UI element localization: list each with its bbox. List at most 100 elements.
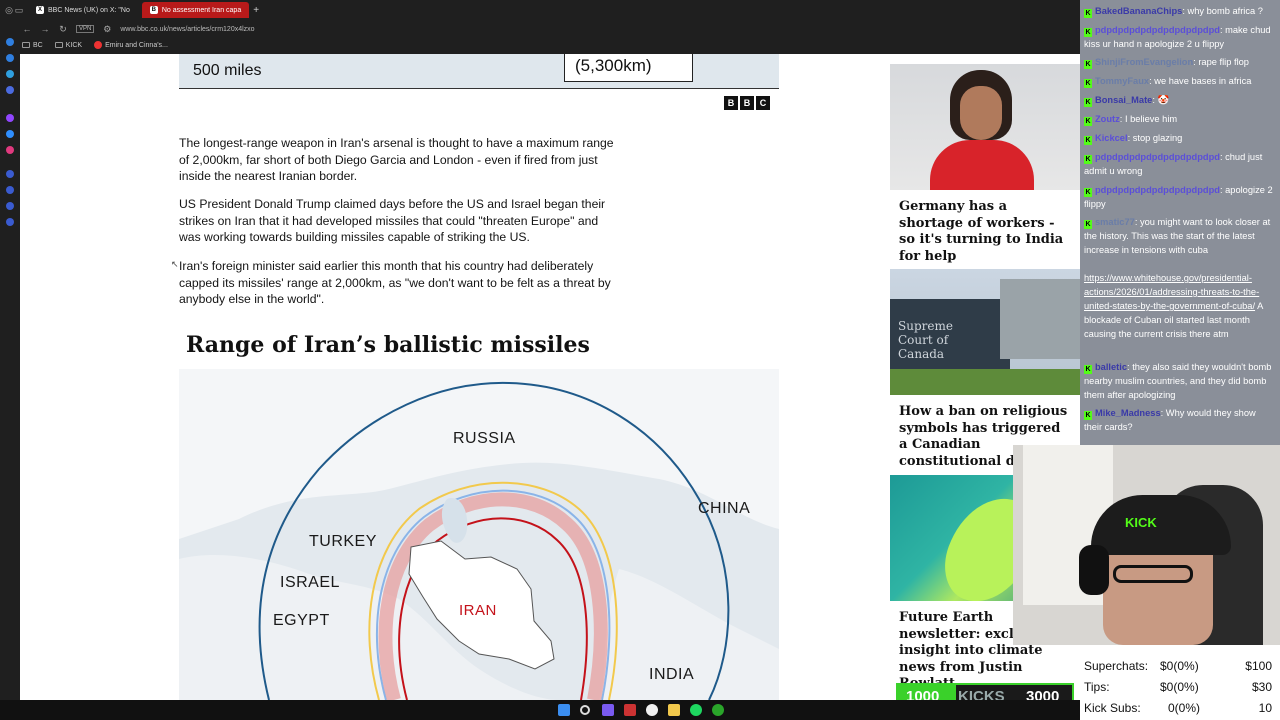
map-label-china: CHINA xyxy=(698,500,751,517)
chat-message: Kballetic: they also said they wouldn't … xyxy=(1084,362,1272,400)
chat-message: K Mike_Madness: Why would they show their… xyxy=(1084,408,1256,432)
chat-text: 🤡 xyxy=(1157,95,1170,105)
chat-message: https://www.whitehouse.gov/presidential-… xyxy=(1084,271,1276,341)
start-icon[interactable] xyxy=(558,704,570,716)
stat-kick-subs: Kick Subs: 0(0%) 10 xyxy=(1084,701,1276,720)
streamer-cap xyxy=(1091,495,1231,555)
rail-icon[interactable] xyxy=(6,38,14,46)
bookmark-emiru[interactable]: Emiru and Cinna's... xyxy=(94,41,168,49)
mouse-cursor-icon: ↖ xyxy=(171,259,179,269)
chat-username[interactable]: pdpdpdpdpdpdpdpdpdpdpd xyxy=(1095,25,1220,35)
stat-label: Tips: xyxy=(1084,680,1110,694)
chat-username[interactable]: pdpdpdpdpdpdpdpdpdpdpd xyxy=(1095,185,1220,195)
chat-message: K BakedBananaChips: why bomb africa ? xyxy=(1084,6,1263,18)
article-page: 500 miles (5,300km) B B C The longest-ra… xyxy=(20,54,1080,700)
folder-icon[interactable] xyxy=(668,704,680,716)
folder-icon xyxy=(54,42,63,48)
tab-bbc-article[interactable]: B No assessment Iran capa xyxy=(141,2,250,18)
stat-goal: $30 xyxy=(1251,680,1272,694)
grass xyxy=(890,369,1080,395)
chat-username[interactable]: ShinjiFromEvangelion xyxy=(1095,57,1193,67)
browser-icon[interactable] xyxy=(646,704,658,716)
promo-card[interactable]: Germany has a shortage of workers - so i… xyxy=(890,64,1080,265)
promo-title[interactable]: Germany has a shortage of workers - so i… xyxy=(890,190,1080,265)
webcam-feed: KICK xyxy=(1013,445,1280,645)
chat-username[interactable]: Kickcel xyxy=(1095,133,1128,143)
chat-message: Kpdpdpdpdpdpdpdpdpdpdpd: apologize 2 fli… xyxy=(1084,185,1273,209)
promo-card[interactable]: Supreme Court of Canada How a ban on rel… xyxy=(890,269,1080,470)
site-info-icon[interactable]: ⚙ xyxy=(102,24,112,35)
chat-username[interactable]: BakedBananaChips xyxy=(1095,6,1182,16)
kick-badge-icon: K xyxy=(1084,136,1092,145)
new-tab-button[interactable]: + xyxy=(253,5,259,16)
app-icon[interactable] xyxy=(624,704,636,716)
rail-icon[interactable] xyxy=(6,70,14,78)
app-icon[interactable] xyxy=(602,704,614,716)
chat-username[interactable]: pdpdpdpdpdpdpdpdpdpdpd xyxy=(1095,152,1220,162)
settings-icon[interactable] xyxy=(6,218,14,226)
map-label-egypt: EGYPT xyxy=(273,612,330,629)
chat-username[interactable]: smatic77 xyxy=(1095,217,1135,227)
site-favicon-icon xyxy=(94,41,103,49)
chat-link[interactable]: https://www.whitehouse.gov/presidential-… xyxy=(1084,273,1259,311)
bookmark-kick[interactable]: KICK xyxy=(54,42,82,49)
chat-message: Kpdpdpdpdpdpdpdpdpdpdpd: chud just admit… xyxy=(1084,152,1263,176)
rail-icon[interactable] xyxy=(6,54,14,62)
chat-message: K ShinjiFromEvangelion: rape flip flop xyxy=(1084,57,1249,69)
xbox-icon[interactable] xyxy=(712,704,724,716)
spotify-icon[interactable] xyxy=(690,704,702,716)
vpn-badge[interactable]: VPN xyxy=(76,25,95,33)
stat-value: $0(0%) xyxy=(1160,680,1199,694)
url-text[interactable]: www.bbc.co.uk/news/articles/crm120x4lzxo xyxy=(120,26,254,33)
stat-label: Superchats: xyxy=(1084,659,1149,673)
article-paragraph: Iran's foreign minister said earlier thi… xyxy=(179,259,611,306)
browser-chrome: ◎ ▭ X BBC News (UK) on X: "No B No asses… xyxy=(0,0,1080,54)
kick-cap-logo-icon: KICK xyxy=(1125,515,1157,530)
chat-username[interactable]: Bonsai_Mate xyxy=(1095,95,1152,105)
forward-icon[interactable]: → xyxy=(40,24,50,34)
chat-message: Ksmatic77: you might want to look closer… xyxy=(1084,217,1271,255)
chat-message: K TommyFaux: we have bases in africa xyxy=(1084,76,1252,88)
court-building xyxy=(1000,279,1080,359)
reload-icon[interactable]: ↻ xyxy=(58,24,68,35)
promo-image-portrait[interactable] xyxy=(890,64,1080,190)
map-label-israel: ISRAEL xyxy=(280,574,340,591)
range-km-callout: (5,300km) xyxy=(564,54,693,82)
tab-bbc-x[interactable]: X BBC News (UK) on X: "No xyxy=(28,2,138,18)
browser-side-rail xyxy=(0,20,20,700)
sidebar-toggle-icon[interactable]: ▭ xyxy=(14,5,24,16)
kick-badge-icon: K xyxy=(1084,411,1092,420)
glasses-icon xyxy=(1113,565,1193,583)
kick-badge-icon: K xyxy=(1084,365,1092,374)
kick-badge-icon: K xyxy=(1084,9,1092,18)
back-icon[interactable]: ← xyxy=(22,24,32,34)
bookmark-bc[interactable]: BC xyxy=(22,42,43,49)
twitch-icon[interactable] xyxy=(6,114,14,122)
rail-icon[interactable] xyxy=(6,170,14,178)
stat-label: Kick Subs: xyxy=(1084,701,1141,715)
search-icon[interactable] xyxy=(580,705,590,715)
rail-icon[interactable] xyxy=(6,86,14,94)
map-label-iran: IRAN xyxy=(459,602,497,619)
instagram-icon[interactable] xyxy=(6,146,14,154)
rail-icon[interactable] xyxy=(6,202,14,210)
kick-badge-icon: K xyxy=(1084,98,1092,107)
tab-label: No assessment Iran capa xyxy=(161,6,242,14)
missile-range-map: RUSSIA CHINA TURKEY ISRAEL EGYPT IRAN IN… xyxy=(179,369,779,700)
chat-username[interactable]: balletic xyxy=(1095,362,1127,372)
folder-icon xyxy=(22,42,30,48)
stat-goal: 10 xyxy=(1258,701,1272,715)
promo-image-court[interactable]: Supreme Court of Canada xyxy=(890,269,1080,395)
chat-username[interactable]: TommyFaux xyxy=(1095,76,1149,86)
rail-icon[interactable] xyxy=(6,186,14,194)
chat-message: K Bonsai_Mate: 🤡 xyxy=(1084,95,1170,107)
chat-username[interactable]: Mike_Madness xyxy=(1095,408,1161,418)
court-sign-text: Supreme Court of Canada xyxy=(898,319,953,361)
address-bar[interactable]: ← → ↻ VPN ⚙ www.bbc.co.uk/news/articles/… xyxy=(22,22,1080,36)
messenger-icon[interactable] xyxy=(6,130,14,138)
browser-menu-icon[interactable]: ◎ xyxy=(4,5,14,16)
chat-username[interactable]: Zoutz xyxy=(1095,114,1120,124)
map-label-india: INDIA xyxy=(649,666,695,683)
stat-value: 0(0%) xyxy=(1168,701,1201,715)
bbc-logo-letter: B xyxy=(740,96,754,110)
